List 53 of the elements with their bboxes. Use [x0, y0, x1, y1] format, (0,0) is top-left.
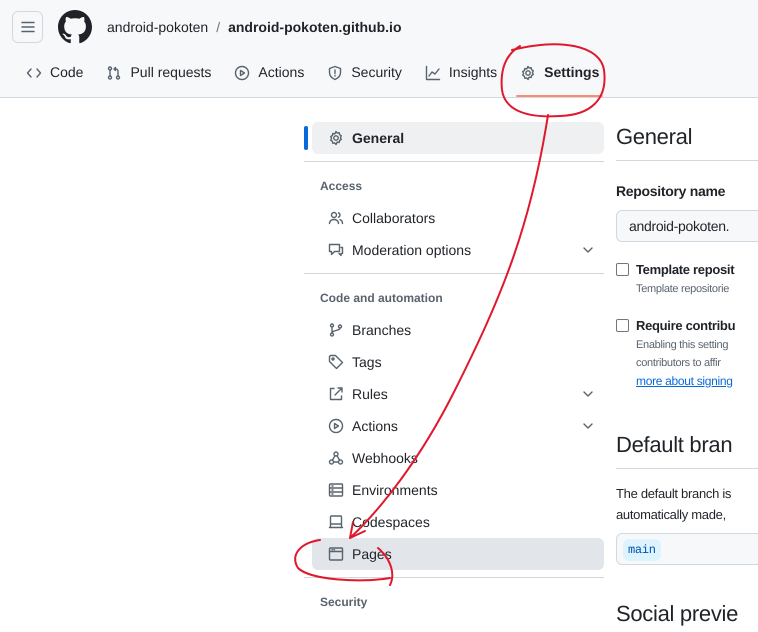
repository-name-field[interactable]: android-pokoten.	[616, 210, 758, 242]
octocat-logo-icon[interactable]	[58, 10, 92, 44]
codespace-icon	[328, 514, 344, 530]
description-text: automatically made,	[616, 506, 727, 524]
section-title: Social previe	[616, 600, 740, 628]
sidebar-item[interactable]: Collaborators	[312, 202, 604, 234]
section-title: General	[616, 122, 758, 161]
option-label: Template reposit	[636, 261, 734, 279]
menu-icon	[20, 19, 36, 35]
sidebar-heading: Code and automation	[319, 290, 444, 307]
repo-tab[interactable]: Insights	[416, 58, 506, 95]
repo-tab[interactable]: Code	[18, 58, 92, 95]
sidebar-heading: Security	[319, 594, 368, 611]
field-label: Repository name	[616, 182, 726, 201]
sidebar-item[interactable]: Actions	[312, 410, 604, 442]
repo-tab[interactable]: Security	[319, 58, 410, 95]
description-text: The default branch is	[616, 485, 732, 503]
branch-icon	[328, 322, 344, 338]
sidebar-heading: Access	[319, 178, 364, 195]
menu-button[interactable]	[12, 11, 43, 43]
learn-more-link[interactable]: more about signing	[636, 372, 736, 390]
repo-tab[interactable]: Actions	[226, 58, 312, 95]
sidebar-item[interactable]: Branches	[312, 314, 604, 346]
webhook-icon	[328, 450, 344, 466]
path-separator: /	[216, 18, 220, 36]
gear-icon	[328, 130, 344, 146]
repo-tab[interactable]: Settings	[512, 58, 608, 95]
option-label: Require contribu	[636, 317, 736, 335]
section-title: Default bran	[616, 430, 758, 469]
checkbox[interactable]	[616, 263, 629, 276]
repository-link[interactable]: android-pokoten.github.io	[228, 16, 402, 38]
option-description: Enabling this setting	[636, 338, 730, 353]
option-description: contributors to affir	[636, 356, 722, 371]
gear-icon	[520, 64, 536, 80]
checkbox[interactable]	[616, 319, 629, 332]
sidebar-item[interactable]: Rules	[312, 378, 604, 410]
branch-name: main	[623, 539, 661, 561]
tag-icon	[328, 354, 344, 370]
browser-icon	[328, 546, 344, 562]
sidebar-item[interactable]: Tags	[312, 346, 604, 378]
play-icon	[328, 418, 344, 434]
shield-icon	[327, 64, 344, 80]
sidebar-item[interactable]: Moderation options	[312, 234, 604, 266]
rules-icon	[328, 386, 344, 402]
owner-link[interactable]: android-pokoten	[107, 16, 208, 38]
comment-icon	[328, 242, 344, 258]
repo-tab[interactable]: Pull requests	[98, 58, 220, 95]
play-icon	[234, 64, 250, 80]
server-icon	[328, 482, 344, 498]
pull-request-icon	[106, 64, 122, 80]
people-icon	[328, 210, 344, 226]
line-graph-icon	[424, 64, 441, 80]
option-description: Template repositorie	[636, 282, 730, 297]
